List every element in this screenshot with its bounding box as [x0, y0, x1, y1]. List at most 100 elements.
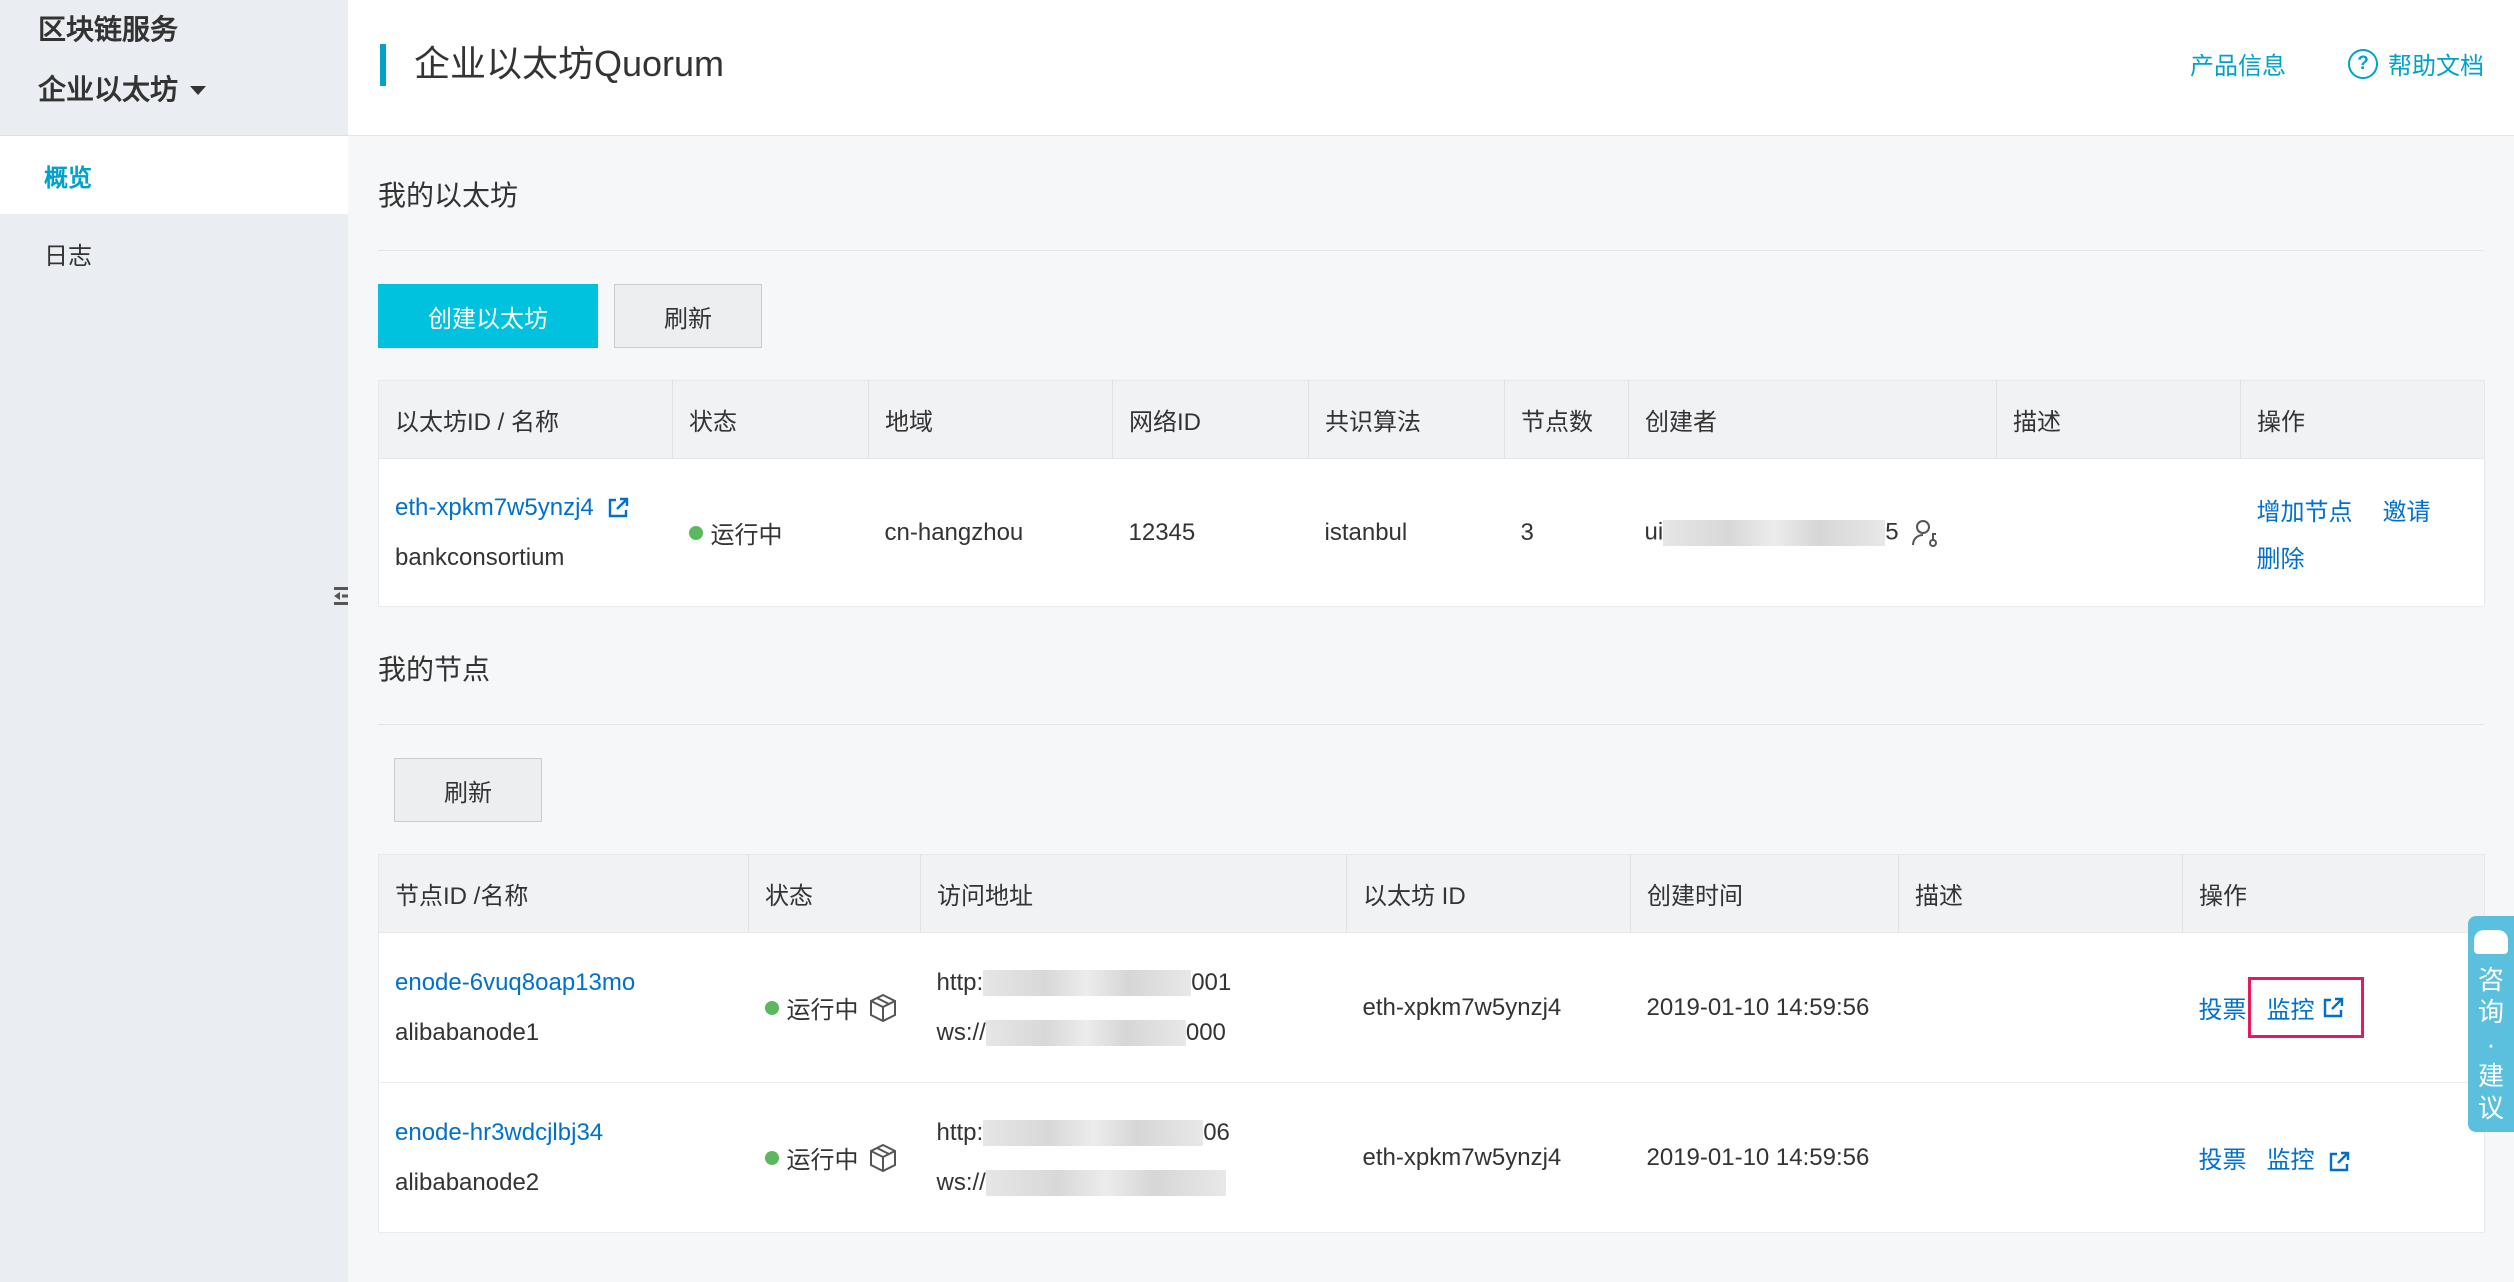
status-text: 运行中	[786, 997, 859, 1024]
feedback-char: 咨	[2477, 965, 2504, 995]
description-cell	[1996, 458, 2241, 607]
node-name: alibabanode1	[395, 1018, 540, 1046]
created-time-cell: 2019-01-10 14:59:56	[1630, 1082, 1899, 1233]
vote-link[interactable]: 投票	[2199, 990, 2247, 1025]
table-header-row: 以太坊ID / 名称 状态 地域 网络ID 共识算法 节点数 创建者 描述 操作	[378, 380, 2485, 459]
column-header: 描述	[1996, 380, 2241, 459]
operations-cell: 投票 监控	[2182, 932, 2485, 1083]
help-icon: ?	[2348, 48, 2378, 79]
region-cell: cn-hangzhou	[868, 458, 1113, 607]
divider	[378, 250, 2484, 251]
top-bar: 企业以太坊Quorum 产品信息 ? 帮助文档	[348, 0, 2514, 136]
node-id-link[interactable]: enode-hr3wdcjlbj34	[395, 1119, 749, 1147]
node-id-link[interactable]: enode-6vuq8oap13mo	[395, 969, 749, 997]
divider	[378, 724, 2484, 725]
node-id-cell: enode-6vuq8oap13mo alibabanode1	[378, 932, 749, 1083]
cube-package-icon[interactable]	[867, 992, 899, 1024]
create-ethereum-button[interactable]: 创建以太坊	[378, 284, 598, 348]
monitor-label: 监控	[2266, 1147, 2315, 1174]
status-badge: 运行中	[764, 1140, 921, 1175]
ws-suffix: 000	[1185, 1018, 1226, 1046]
http-address: http: 001	[937, 969, 1347, 997]
ws-prefix: ws://	[936, 1168, 986, 1196]
sidebar-header: 区块链服务 企业以太坊	[0, 0, 348, 136]
column-header: 访问地址	[920, 854, 1347, 933]
cube-package-icon[interactable]	[867, 1142, 899, 1174]
eth-id-link[interactable]: eth-xpkm7w5ynzj4	[395, 494, 673, 522]
description-cell	[1898, 1082, 2183, 1233]
eth-id-text: eth-xpkm7w5ynzj4	[395, 493, 594, 521]
feedback-char: ·	[2486, 1029, 2496, 1059]
status-badge: 运行中	[764, 990, 921, 1025]
product-switcher[interactable]: 企业以太坊	[38, 74, 348, 106]
table-row: enode-hr3wdcjlbj34 alibabanode2 运行中 http…	[378, 1082, 2485, 1233]
column-header: 描述	[1898, 854, 2183, 933]
operations-cell: 投票 监控	[2182, 1082, 2485, 1233]
feedback-tab[interactable]: 咨 询 · 建 议	[2468, 916, 2514, 1132]
ethereum-table: 以太坊ID / 名称 状态 地域 网络ID 共识算法 节点数 创建者 描述 操作…	[378, 380, 2485, 607]
operations-cell: 增加节点 邀请 删除	[2240, 458, 2485, 607]
monitor-link[interactable]: 监控	[2247, 977, 2364, 1038]
ws-prefix: ws://	[936, 1018, 986, 1046]
redacted-address	[985, 1170, 1226, 1197]
column-header: 创建者	[1628, 380, 1997, 459]
sidebar-item-logs[interactable]: 日志	[0, 214, 348, 292]
eth-id-cell: eth-xpkm7w5ynzj4 bankconsortium	[378, 458, 673, 607]
ethereum-section-title: 我的以太坊	[378, 180, 519, 211]
http-suffix: 001	[1191, 968, 1232, 996]
column-header: 节点数	[1504, 380, 1629, 459]
help-docs-label: 帮助文档	[2388, 53, 2484, 80]
creator-cell: ui 5	[1628, 458, 1997, 607]
help-docs-link[interactable]: ? 帮助文档	[2348, 46, 2484, 81]
caret-down-icon	[190, 85, 207, 95]
vote-link[interactable]: 投票	[2199, 1140, 2247, 1175]
feedback-char: 建	[2477, 1061, 2504, 1091]
refresh-ethereum-button[interactable]: 刷新	[614, 284, 762, 348]
user-key-icon[interactable]	[1911, 518, 1941, 548]
nodes-table: 节点ID /名称 状态 访问地址 以太坊 ID 创建时间 描述 操作 enode…	[378, 854, 2485, 1233]
status-text: 运行中	[710, 522, 783, 549]
column-header: 创建时间	[1630, 854, 1899, 933]
product-switcher-label: 企业以太坊	[38, 74, 179, 105]
redacted-address	[985, 1020, 1186, 1047]
invite-link[interactable]: 邀请	[2383, 492, 2431, 527]
column-header: 地域	[868, 380, 1113, 459]
monitor-link[interactable]: 监控	[2267, 1140, 2352, 1175]
description-cell	[1898, 932, 2183, 1083]
column-header: 状态	[748, 854, 921, 933]
page-title: 企业以太坊Quorum	[414, 43, 725, 84]
external-link-icon	[609, 497, 629, 518]
eth-id-cell: eth-xpkm7w5ynzj4	[1346, 932, 1631, 1083]
status-cell: 运行中	[672, 458, 869, 607]
column-header: 操作	[2182, 854, 2485, 933]
main-content: 企业以太坊Quorum 产品信息 ? 帮助文档 我的以太坊 创建以太坊 刷新 以…	[348, 0, 2514, 1282]
access-address-cell: http: 001 ws:// 000	[920, 932, 1347, 1083]
monitor-label: 监控	[2266, 997, 2315, 1024]
running-dot-icon	[764, 1150, 779, 1165]
column-header: 网络ID	[1112, 380, 1309, 459]
eth-id-cell: eth-xpkm7w5ynzj4	[1346, 1082, 1631, 1233]
column-header: 状态	[672, 380, 869, 459]
http-prefix: http:	[936, 968, 984, 996]
http-address: http: 06	[937, 1119, 1347, 1147]
node-id-cell: enode-hr3wdcjlbj34 alibabanode2	[378, 1082, 749, 1233]
external-link-icon	[2329, 1151, 2350, 1171]
title-accent-bar	[380, 44, 386, 86]
refresh-nodes-button[interactable]: 刷新	[394, 758, 542, 822]
add-node-link[interactable]: 增加节点	[2257, 492, 2353, 527]
table-row: enode-6vuq8oap13mo alibabanode1 运行中 http…	[378, 932, 2485, 1083]
running-dot-icon	[688, 525, 703, 540]
top-links: 产品信息 ? 帮助文档	[2190, 46, 2484, 81]
redacted-creator	[1663, 519, 1886, 546]
feedback-char: 议	[2477, 1093, 2504, 1123]
table-header-row: 节点ID /名称 状态 访问地址 以太坊 ID 创建时间 描述 操作	[378, 854, 2485, 933]
ws-address: ws://	[937, 1169, 1347, 1197]
sidebar-item-label: 日志	[44, 242, 92, 270]
product-info-link[interactable]: 产品信息	[2190, 46, 2286, 81]
sidebar-item-overview[interactable]: 概览	[0, 136, 348, 214]
creator-suffix: 5	[1885, 517, 1899, 545]
column-header: 以太坊ID / 名称	[378, 380, 673, 459]
delete-link[interactable]: 删除	[2257, 539, 2305, 574]
network-id-cell: 12345	[1112, 458, 1309, 607]
http-suffix: 06	[1203, 1118, 1230, 1146]
